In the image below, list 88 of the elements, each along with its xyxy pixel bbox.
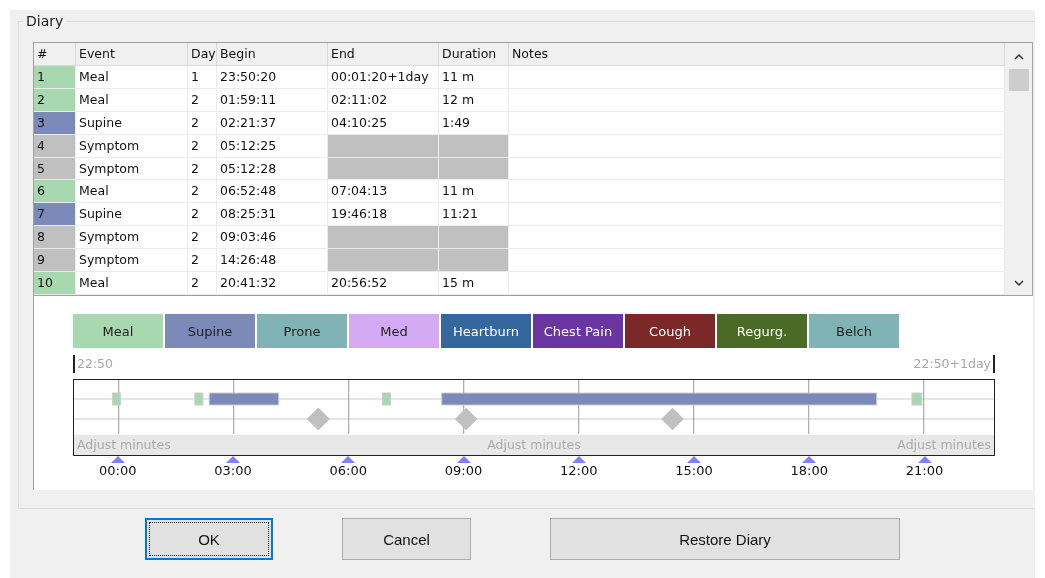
start-time-label: 22:50 bbox=[73, 355, 116, 373]
table-cell: 7 bbox=[34, 203, 76, 227]
adjust-label: Adjust minutes bbox=[897, 436, 991, 454]
table-cell: 2 bbox=[188, 272, 217, 295]
scroll-thumb[interactable] bbox=[1008, 69, 1029, 91]
event-type-button[interactable]: Belch bbox=[809, 314, 899, 348]
tick-label: 03:00 bbox=[214, 463, 252, 478]
event-type-button[interactable]: Chest Pain bbox=[533, 314, 623, 348]
tick-label: 00:00 bbox=[99, 463, 137, 478]
table-cell: 11 m bbox=[439, 180, 509, 204]
tick-label: 18:00 bbox=[790, 463, 829, 478]
table-cell: 09:03:46 bbox=[217, 226, 328, 250]
table-cell: 2 bbox=[188, 157, 217, 181]
column-header[interactable]: Event bbox=[76, 43, 188, 66]
event-type-button[interactable]: Cough bbox=[625, 314, 715, 348]
table-cell: 2 bbox=[34, 88, 76, 112]
table-cell: 00:01:20+1day bbox=[328, 65, 439, 89]
table-cell: 04:10:25 bbox=[328, 111, 439, 135]
table-cell: 2 bbox=[188, 134, 217, 158]
table-cell: 2 bbox=[188, 226, 217, 250]
scrollbar[interactable] bbox=[1005, 43, 1032, 295]
table-cell: 8 bbox=[34, 226, 76, 250]
table-cell: 2 bbox=[188, 249, 217, 273]
table-cell: Meal bbox=[76, 65, 188, 89]
tick-label: 06:00 bbox=[329, 463, 368, 478]
tick-label: 09:00 bbox=[444, 463, 483, 478]
adjust-label: Adjust minutes bbox=[487, 436, 581, 454]
dialog-button[interactable]: Restore Diary bbox=[550, 518, 900, 560]
table-cell: 5 bbox=[34, 157, 76, 181]
table-cell: Meal bbox=[76, 272, 188, 295]
column-header[interactable]: End bbox=[328, 43, 439, 66]
event-type-button[interactable]: Prone bbox=[257, 314, 347, 348]
event-type-button[interactable]: Heartburn bbox=[441, 314, 531, 348]
event-type-button[interactable]: Med bbox=[349, 314, 439, 348]
tick-label: 12:00 bbox=[560, 463, 598, 478]
table-cell: 20:41:32 bbox=[217, 272, 328, 295]
table-cell: 2 bbox=[188, 203, 217, 227]
table-cell: 07:04:13 bbox=[328, 180, 439, 204]
column-header[interactable]: Notes bbox=[509, 43, 1005, 66]
scroll-down-icon[interactable] bbox=[1012, 277, 1025, 289]
column-header[interactable]: Day bbox=[188, 43, 217, 66]
column-header[interactable]: # bbox=[34, 43, 76, 66]
table-cell: 9 bbox=[34, 249, 76, 273]
table-cell: 11:21 bbox=[439, 203, 509, 227]
table-cell: 06:52:48 bbox=[217, 180, 328, 204]
table-cell: 2 bbox=[188, 111, 217, 135]
table-cell: 15 m bbox=[439, 272, 509, 295]
table-cell: Supine bbox=[76, 111, 188, 135]
table-cell: 20:56:52 bbox=[328, 272, 439, 295]
table-cell: 10 bbox=[34, 272, 76, 295]
event-type-button[interactable]: Regurg. bbox=[717, 314, 807, 348]
group-title: Diary bbox=[23, 13, 67, 29]
table-cell: Symptom bbox=[76, 226, 188, 250]
table-cell: 08:25:31 bbox=[217, 203, 328, 227]
table-cell: Supine bbox=[76, 203, 188, 227]
table-cell: 01:59:11 bbox=[217, 88, 328, 112]
table-cell: 23:50:20 bbox=[217, 65, 328, 89]
table-cell: 02:21:37 bbox=[217, 111, 328, 135]
table-cell: 6 bbox=[34, 180, 76, 204]
table-cell: 14:26:48 bbox=[217, 249, 328, 273]
dialog-button[interactable]: OK bbox=[145, 518, 273, 560]
event-type-button[interactable]: Supine bbox=[165, 314, 255, 348]
table-cell: 1 bbox=[188, 65, 217, 89]
table-cell: 05:12:28 bbox=[217, 157, 328, 181]
table-cell: 1 bbox=[34, 65, 76, 89]
end-time-label: 22:50+1day bbox=[911, 355, 995, 373]
adjust-label: Adjust minutes bbox=[77, 436, 171, 454]
event-type-button[interactable]: Meal bbox=[73, 314, 163, 348]
tick-label: 21:00 bbox=[905, 463, 944, 478]
table-cell: 1:49 bbox=[439, 111, 509, 135]
table-cell: Symptom bbox=[76, 134, 188, 158]
table-cell: 02:11:02 bbox=[328, 88, 439, 112]
table-cell: 2 bbox=[188, 88, 217, 112]
table-cell: 11 m bbox=[439, 65, 509, 89]
table-cell: 4 bbox=[34, 134, 76, 158]
table-cell: Symptom bbox=[76, 249, 188, 273]
table-cell: 12 m bbox=[439, 88, 509, 112]
table-cell: 3 bbox=[34, 111, 76, 135]
column-header[interactable]: Begin bbox=[217, 43, 328, 66]
column-header[interactable]: Duration bbox=[439, 43, 509, 66]
table-cell: Meal bbox=[76, 88, 188, 112]
table-cell: 05:12:25 bbox=[217, 134, 328, 158]
table-cell: Symptom bbox=[76, 157, 188, 181]
dialog-button[interactable]: Cancel bbox=[342, 518, 471, 560]
tick-label: 15:00 bbox=[675, 463, 713, 478]
table-cell: 19:46:18 bbox=[328, 203, 439, 227]
table-cell: 2 bbox=[188, 180, 217, 204]
table-cell: Meal bbox=[76, 180, 188, 204]
